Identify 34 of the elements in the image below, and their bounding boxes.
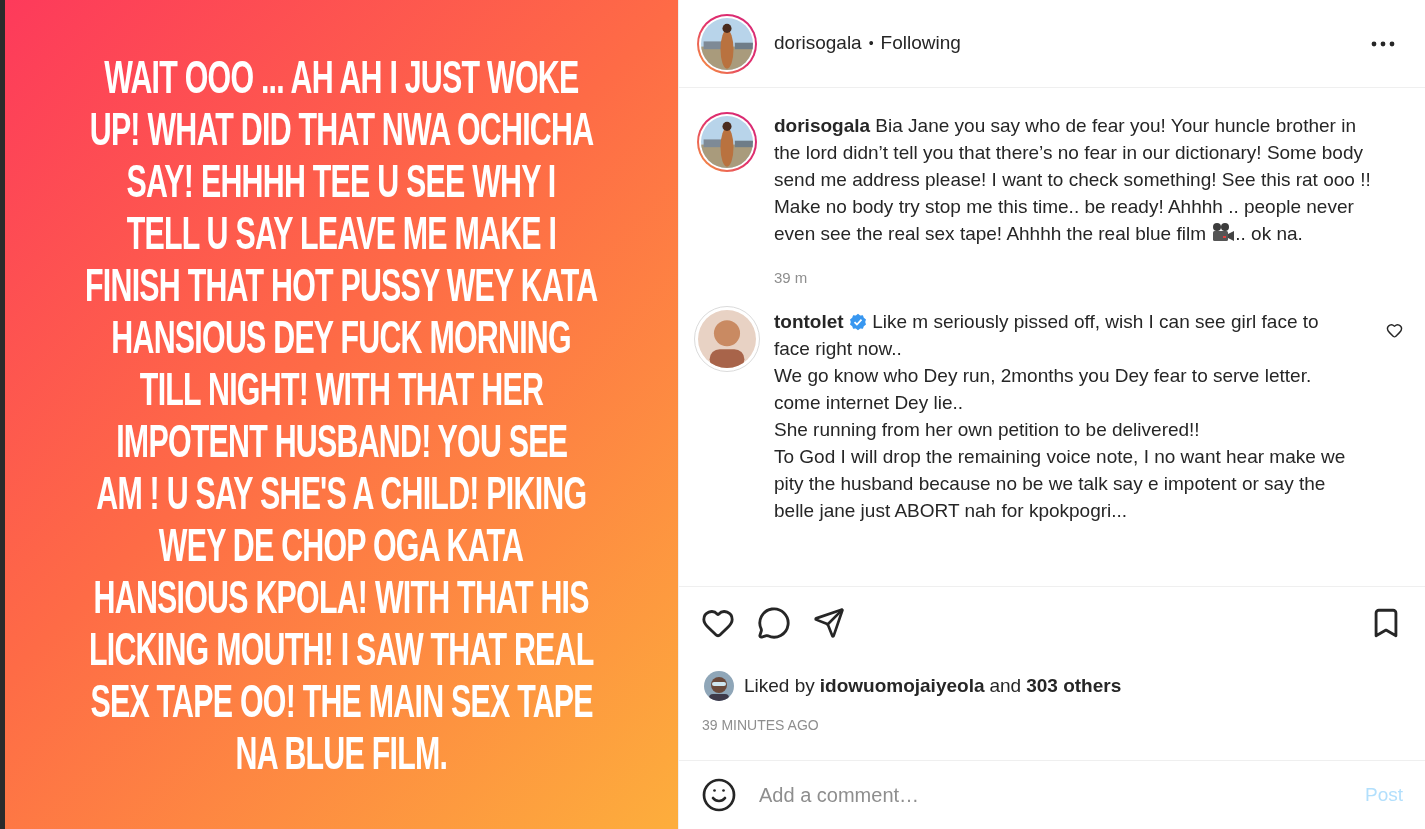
movie-camera-icon xyxy=(1211,222,1236,244)
more-options-icon[interactable] xyxy=(1371,40,1395,47)
image-text-line: TELL U SAY LEAVE ME MAKE I xyxy=(126,206,557,259)
following-button[interactable]: Following xyxy=(880,29,961,58)
comment-text: tontolet Like m seriously pissed off, wish I can see girl face to face right now.. We go know who Dey run, 2months you Dey fear to serve letter. come internet Dey lie.. She running from her own petition to be delivered!! To God I will drop the remaining voice note, I no want hear make we pity the husband because no be we talk say e impotent or say the belle jane just ABORT nah for kpokpogri... xyxy=(774,309,1347,523)
liker-username[interactable]: idowuomojaiyeola xyxy=(819,671,985,701)
image-text-line: SEX TAPE OO! THE MAIN SEX TAPE xyxy=(90,674,593,727)
comment-field[interactable]: Add a comment… xyxy=(759,780,1365,810)
likes-count[interactable]: 303 others xyxy=(1026,671,1122,701)
post-timestamp: 39 MINUTES AGO xyxy=(701,716,820,735)
liked-by-text: and xyxy=(989,673,1022,698)
username[interactable]: dorisogala xyxy=(774,29,862,58)
emoji-icon[interactable] xyxy=(701,777,737,813)
username[interactable]: tontolet xyxy=(774,310,844,332)
image-text-line: IMPOTENT HUSBAND! YOU SEE xyxy=(115,414,568,467)
image-text-line: FINISH THAT HOT PUSSY WEY KATA xyxy=(85,258,598,311)
username[interactable]: dorisogala xyxy=(774,115,871,136)
image-text-line: LICKING MOUTH! I SAW THAT REAL xyxy=(89,622,594,675)
image-text-line: WAIT OOO ... AH AH I JUST WOKE xyxy=(104,50,579,103)
image-text-line: AM ! U SAY SHE'S A CHILD! PIKING xyxy=(96,466,587,519)
caption-time: 39 m xyxy=(774,268,809,288)
image-text-line: HANSIOUS KPOLA! WITH THAT HIS xyxy=(93,570,590,623)
caption-text: dorisogala Bia Jane you say who de fear you! Your huncle brother in the lord didn’t tell you that there’s no fear in our dictionary! Some body send me address please! I want to check something! See this rat ooo !! Make no body try stop me this time.. be ready! Ahhhh .. people never even see the real sex tape! Ahhhh the real blue film .. ok na. xyxy=(774,114,1372,246)
comment-icon[interactable] xyxy=(757,606,791,640)
separator-dot: • xyxy=(868,34,874,53)
image-text-line: NA BLUE FILM. xyxy=(235,726,448,779)
share-icon[interactable] xyxy=(813,607,845,639)
image-text-line: UP! WHAT DID THAT NWA OCHICHA xyxy=(89,102,594,155)
image-text-line: SAY! EHHHH TEE U SEE WHY I xyxy=(127,154,556,207)
like-comment-icon[interactable] xyxy=(1386,321,1403,339)
liked-by-text: Liked by xyxy=(744,673,815,698)
image-text-line: HANSIOUS DEY FUCK MORNING xyxy=(111,310,572,363)
image-text-line: WEY DE CHOP OGA KATA xyxy=(159,518,524,571)
image-text-line: TILL NIGHT! WITH THAT HER xyxy=(139,362,544,415)
